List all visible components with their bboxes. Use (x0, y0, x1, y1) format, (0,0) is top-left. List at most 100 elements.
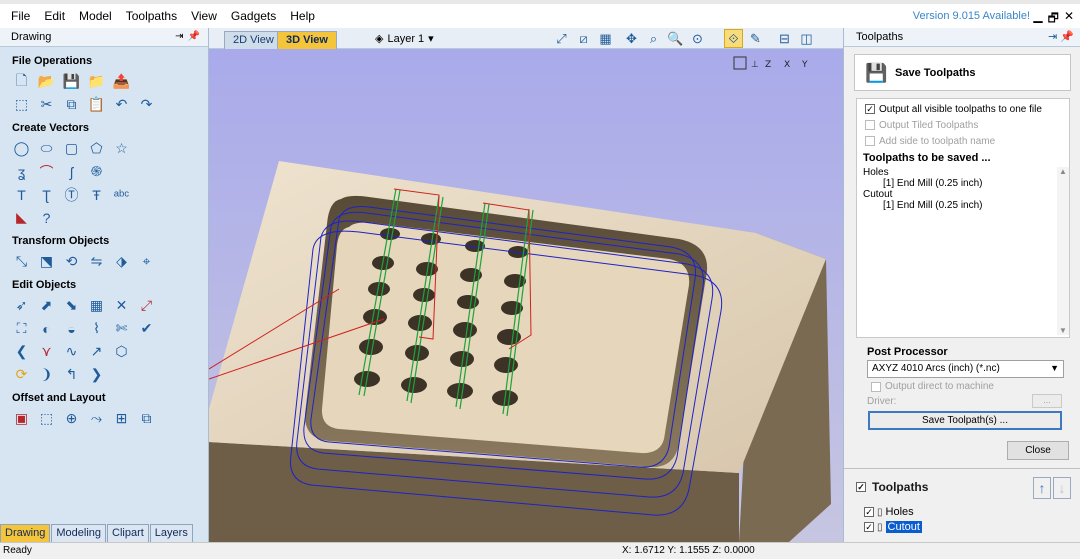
snap-icon[interactable]: ⧄ (574, 29, 593, 48)
redo-icon[interactable]: ↷ (137, 95, 156, 114)
fit-icon[interactable]: ⬡ (112, 342, 131, 361)
node-point-icon[interactable]: ⋎ (37, 342, 56, 361)
close-button[interactable]: Close (1007, 441, 1069, 460)
rectangle-icon[interactable]: ▢ (62, 139, 81, 158)
group-icon[interactable]: ▦ (87, 296, 106, 315)
preview-icon[interactable]: ✎ (746, 29, 765, 48)
list-scrollbar[interactable]: ▲ ▼ (1057, 167, 1069, 335)
weld-icon[interactable]: ⛶ (12, 319, 31, 338)
intersect-icon[interactable]: ◒ (62, 319, 81, 338)
trim-icon[interactable]: ✄ (112, 319, 131, 338)
output-all-checkbox[interactable]: ✓ (865, 104, 875, 114)
ellipse-icon[interactable]: ⬭ (37, 139, 56, 158)
dogbone-icon[interactable]: ❯ (87, 365, 106, 384)
validate-icon[interactable]: ✔ (137, 319, 156, 338)
tab-3d-view[interactable]: 3D View (277, 31, 337, 49)
new-file-icon[interactable]: 🗋 (12, 72, 31, 91)
output-all-row[interactable]: ✓ Output all visible toolpaths to one fi… (857, 101, 1069, 117)
tab-modeling[interactable]: Modeling (51, 524, 106, 542)
cut-icon[interactable]: ✂ (37, 95, 56, 114)
pan-icon[interactable]: ✥ (622, 29, 641, 48)
menu-file[interactable]: File (0, 5, 37, 27)
version-available-link[interactable]: Version 9.015 Available! (913, 10, 1030, 22)
grid-icon[interactable]: ▦ (596, 29, 615, 48)
scroll-up-icon[interactable]: ▲ (1057, 167, 1069, 176)
zoom-box-icon[interactable]: ⌕ (644, 29, 663, 48)
menu-model[interactable]: Model (72, 5, 119, 27)
save-toolpaths-button[interactable]: Save Toolpath(s) ... (868, 411, 1062, 430)
tab-drawing[interactable]: Drawing (0, 524, 51, 542)
minimize-icon[interactable]: ▁ (1033, 9, 1042, 30)
select-all-icon[interactable]: ⬚ (12, 95, 31, 114)
restore-icon[interactable]: 🗗 (1048, 9, 1059, 30)
toolpath-name[interactable]: Cutout (885, 521, 922, 533)
dimension-icon[interactable]: ◣ (12, 208, 31, 227)
dock-icon[interactable]: ⇥ (175, 31, 183, 42)
select-icon[interactable]: ➶ (12, 296, 31, 315)
grid-copy-icon[interactable]: ⊞ (112, 409, 131, 428)
menu-gadgets[interactable]: Gadgets (224, 5, 283, 27)
scale-icon[interactable]: ⬔ (37, 252, 56, 271)
menu-view[interactable]: View (184, 5, 224, 27)
smooth-icon[interactable]: ∿ (62, 342, 81, 361)
measure-icon[interactable]: ⤢ (137, 296, 156, 315)
toolpath-item-holes[interactable]: ✓ ▯ Holes (864, 506, 914, 518)
node-edit-icon[interactable]: ⬈ (37, 296, 56, 315)
text-on-curve-icon[interactable]: Ⓣ (62, 185, 81, 204)
tab-2d-view[interactable]: 2D View (224, 31, 283, 49)
array-copy-icon[interactable]: ⊕ (62, 409, 81, 428)
angle-icon[interactable]: ❮ (12, 342, 31, 361)
3d-viewport[interactable]: ⊥ Z X Y (209, 49, 843, 542)
measure-tool-icon[interactable]: ⤢ (552, 29, 571, 48)
dock-icon[interactable]: ⇥ 📌 (1048, 30, 1074, 43)
close-vectors-icon[interactable]: ⟳ (12, 365, 31, 384)
menu-toolpaths[interactable]: Toolpaths (119, 5, 184, 27)
undo-icon[interactable]: ↶ (112, 95, 131, 114)
spiral-icon[interactable]: ֍ (87, 162, 106, 181)
mirror-icon[interactable]: ⇋ (87, 252, 106, 271)
layout-icon[interactable]: ⧉ (137, 409, 156, 428)
open-folder-icon[interactable]: 📁 (87, 72, 106, 91)
abc-icon[interactable]: ᵃᵇᶜ (112, 185, 131, 204)
zoom-fit-icon[interactable]: 🔍 (666, 29, 685, 48)
arc-icon[interactable]: ⌒ (37, 162, 56, 181)
post-processor-select[interactable]: AXYZ 4010 Arcs (inch) (*.nc) ▼ (867, 360, 1064, 378)
polyline-icon[interactable]: ʓ (12, 162, 31, 181)
open-file-icon[interactable]: 📂 (37, 72, 56, 91)
toolpath-item-cutout[interactable]: ✓ ▯ Cutout (864, 521, 922, 533)
circle-icon[interactable]: ◯ (12, 139, 31, 158)
save-file-icon[interactable]: 💾 (62, 72, 81, 91)
toolpath-checkbox[interactable]: ✓ (864, 507, 874, 517)
text-icon[interactable]: T (12, 185, 31, 204)
join-icon[interactable]: ⌇ (87, 319, 106, 338)
node-select-icon[interactable]: ⬊ (62, 296, 81, 315)
split-horizontal-icon[interactable]: ⊟ (775, 29, 794, 48)
close-icon[interactable]: ✕ (1064, 9, 1074, 30)
offset-icon[interactable]: ▣ (12, 409, 31, 428)
nesting-icon[interactable]: ⬚ (37, 409, 56, 428)
extend-icon[interactable]: ↗ (87, 342, 106, 361)
unknown-tool-icon[interactable]: ? (37, 208, 56, 227)
text-box-icon[interactable]: Ʈ (37, 185, 56, 204)
center-icon[interactable]: ⌖ (137, 252, 156, 271)
zoom-selection-icon[interactable]: ⊙ (688, 29, 707, 48)
tab-clipart[interactable]: Clipart (107, 524, 149, 542)
paste-icon[interactable]: 📋 (87, 95, 106, 114)
rotate-icon[interactable]: ⟲ (62, 252, 81, 271)
move-up-icon[interactable]: ↑ (1033, 477, 1051, 499)
import-icon[interactable]: 📤 (112, 72, 131, 91)
subtract-icon[interactable]: ◐ (37, 319, 56, 338)
toolpath-checkbox[interactable]: ✓ (864, 522, 874, 532)
menu-help[interactable]: Help (283, 5, 322, 27)
scroll-down-icon[interactable]: ▼ (1057, 326, 1069, 335)
pin-icon[interactable]: 📌 (188, 31, 200, 42)
layer-dropdown[interactable]: ◈ Layer 1 ▾ (375, 32, 434, 46)
menu-edit[interactable]: Edit (37, 5, 72, 27)
tab-layers[interactable]: Layers (149, 524, 193, 542)
copy-icon[interactable]: ⧉ (62, 95, 81, 114)
star-icon[interactable]: ☆ (112, 139, 131, 158)
align-icon[interactable]: ⬗ (112, 252, 131, 271)
split-vertical-icon[interactable]: ◫ (797, 29, 816, 48)
chamfer-icon[interactable]: ↰ (62, 365, 81, 384)
fillet-icon[interactable]: ❩ (37, 365, 56, 384)
